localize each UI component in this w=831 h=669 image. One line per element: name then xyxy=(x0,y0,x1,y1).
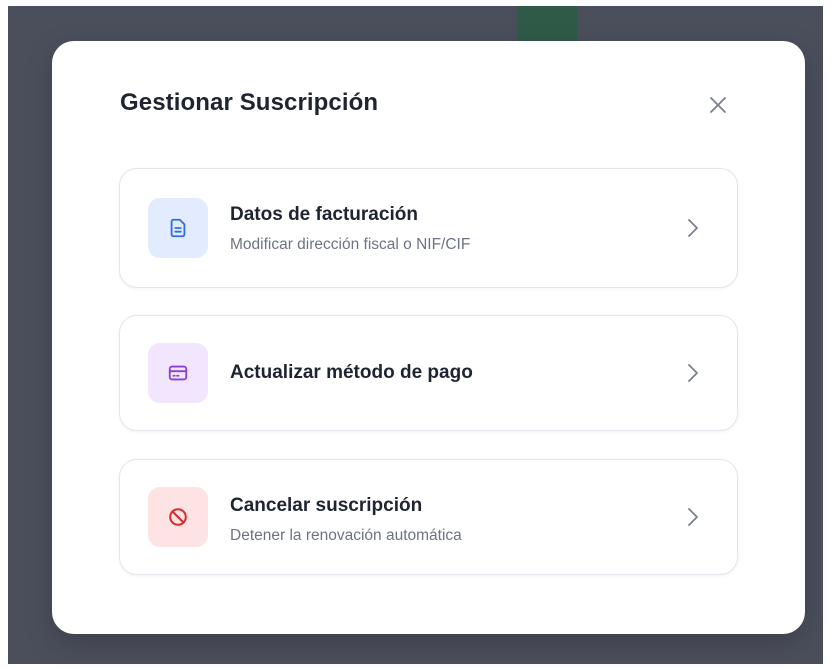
background-content xyxy=(517,6,577,46)
chevron-right-icon xyxy=(685,217,701,239)
option-description: Detener la renovación automática xyxy=(230,527,462,544)
credit-card-icon xyxy=(168,365,188,381)
cancel-icon-badge xyxy=(148,487,208,547)
options-list: Datos de facturación Modificar dirección… xyxy=(119,168,738,603)
option-title: Cancelar suscripción xyxy=(230,495,423,516)
dialog-title: Gestionar Suscripción xyxy=(120,89,379,116)
close-icon xyxy=(710,97,726,113)
option-title: Actualizar método de pago xyxy=(230,362,473,383)
manage-subscription-dialog: Gestionar Suscripción Datos de facturaci… xyxy=(52,41,805,634)
cancel-subscription-option[interactable]: Cancelar suscripción Detener la renovaci… xyxy=(119,459,738,575)
close-button[interactable] xyxy=(706,93,730,117)
cancel-option-text: Cancelar suscripción Detener la renovaci… xyxy=(230,494,667,546)
cancel-icon xyxy=(169,508,187,526)
option-description: Modificar dirección fiscal o NIF/CIF xyxy=(230,236,471,253)
document-icon xyxy=(170,218,186,238)
payment-icon-badge xyxy=(148,343,208,403)
billing-icon-badge xyxy=(148,198,208,258)
billing-details-option[interactable]: Datos de facturación Modificar dirección… xyxy=(119,168,738,288)
billing-option-text: Datos de facturación Modificar dirección… xyxy=(230,203,667,255)
chevron-right-icon xyxy=(685,506,701,528)
update-payment-method-option[interactable]: Actualizar método de pago xyxy=(119,315,738,431)
option-title: Datos de facturación xyxy=(230,204,418,225)
chevron-right-icon xyxy=(685,362,701,384)
payment-option-text: Actualizar método de pago xyxy=(230,361,667,385)
